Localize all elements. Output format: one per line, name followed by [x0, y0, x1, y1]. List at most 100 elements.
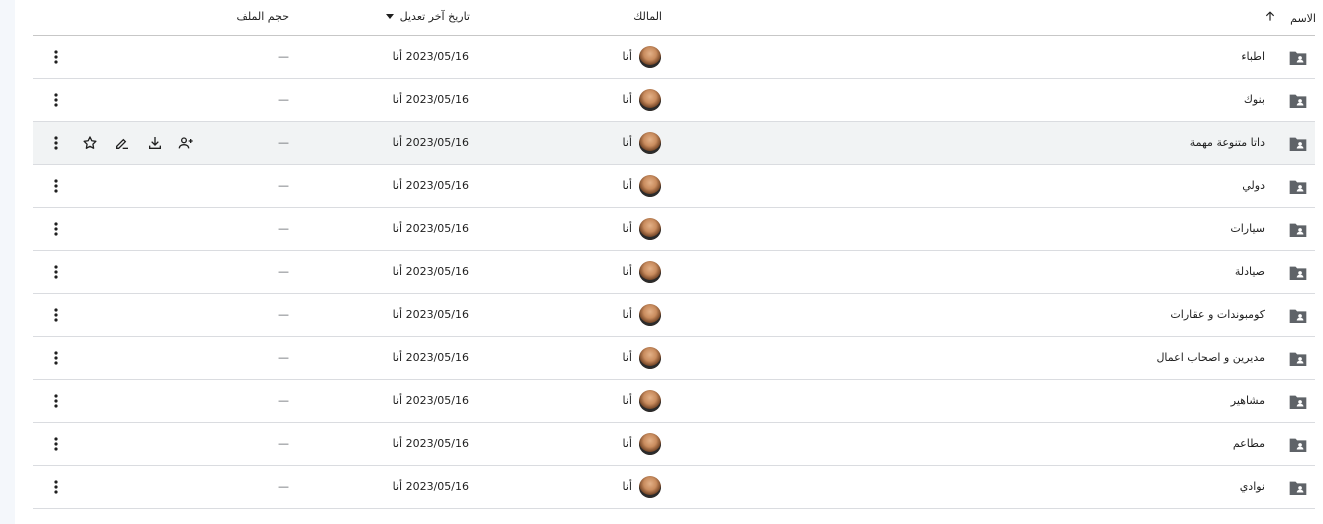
star-icon[interactable]	[81, 134, 99, 152]
table-row[interactable]: اطباء أنا 2023/05/16 أنا —	[33, 36, 1315, 79]
share-icon[interactable]	[177, 134, 195, 152]
modified-date: 2023/05/16 أنا	[392, 437, 469, 450]
owner-label: أنا	[622, 222, 632, 235]
shared-folder-icon	[1288, 394, 1308, 410]
file-size: —	[278, 308, 289, 321]
more-actions-icon[interactable]	[48, 435, 64, 453]
table-row[interactable]: دولي أنا 2023/05/16 أنا —	[33, 165, 1315, 208]
owner-label: أنا	[622, 136, 632, 149]
modified-date: 2023/05/16 أنا	[392, 265, 469, 278]
file-size: —	[278, 50, 289, 63]
shared-folder-icon	[1288, 179, 1308, 195]
owner-label: أنا	[622, 93, 632, 106]
file-name[interactable]: نوادي	[1240, 480, 1265, 493]
download-icon[interactable]	[146, 134, 164, 152]
owner-avatar	[639, 347, 661, 369]
shared-folder-icon	[1288, 93, 1308, 109]
table-row[interactable]: كومبوندات و عقارات أنا 2023/05/16 أنا —	[33, 294, 1315, 337]
table-row[interactable]: مطاعم أنا 2023/05/16 أنا —	[33, 423, 1315, 466]
file-name[interactable]: دولي	[1242, 179, 1265, 192]
more-actions-icon[interactable]	[48, 349, 64, 367]
left-panel-edge	[0, 0, 15, 524]
modified-date: 2023/05/16 أنا	[392, 222, 469, 235]
file-name[interactable]: بنوك	[1244, 93, 1265, 106]
file-size: —	[278, 480, 289, 493]
modified-date: 2023/05/16 أنا	[392, 50, 469, 63]
more-actions-icon[interactable]	[48, 134, 64, 152]
column-header-modified-label: تاريخ آخر تعديل	[399, 10, 470, 23]
shared-folder-icon	[1288, 437, 1308, 453]
shared-folder-icon	[1288, 50, 1308, 66]
table-row[interactable]: داتا متنوعة مهمة أنا 2023/05/16 أنا —	[33, 122, 1315, 165]
owner-avatar	[639, 261, 661, 283]
shared-folder-icon	[1288, 136, 1308, 152]
file-name[interactable]: مشاهير	[1231, 394, 1265, 407]
file-name[interactable]: مديرين و اصحاب اعمال	[1156, 351, 1265, 364]
file-size: —	[278, 265, 289, 278]
more-actions-icon[interactable]	[48, 478, 64, 496]
owner-label: أنا	[622, 480, 632, 493]
owner-label: أنا	[622, 308, 632, 321]
file-name[interactable]: سيارات	[1230, 222, 1265, 235]
more-actions-icon[interactable]	[48, 48, 64, 66]
owner-label: أنا	[622, 50, 632, 63]
table-row[interactable]: نوادي أنا 2023/05/16 أنا —	[33, 466, 1315, 509]
rename-icon[interactable]	[113, 134, 131, 152]
file-name[interactable]: صيادلة	[1235, 265, 1265, 278]
table-row[interactable]: مشاهير أنا 2023/05/16 أنا —	[33, 380, 1315, 423]
modified-date: 2023/05/16 أنا	[392, 93, 469, 106]
owner-label: أنا	[622, 265, 632, 278]
owner-label: أنا	[622, 351, 632, 364]
column-header-modified[interactable]: تاريخ آخر تعديل	[385, 10, 470, 23]
file-size: —	[278, 222, 289, 235]
shared-folder-icon	[1288, 351, 1308, 367]
modified-date: 2023/05/16 أنا	[392, 136, 469, 149]
file-size: —	[278, 93, 289, 106]
file-size: —	[278, 179, 289, 192]
table-row[interactable]: سيارات أنا 2023/05/16 أنا —	[33, 208, 1315, 251]
owner-avatar	[639, 175, 661, 197]
owner-avatar	[639, 476, 661, 498]
owner-avatar	[639, 46, 661, 68]
file-name[interactable]: اطباء	[1241, 50, 1265, 63]
owner-label: أنا	[622, 437, 632, 450]
file-size: —	[278, 394, 289, 407]
shared-folder-icon	[1288, 308, 1308, 324]
table-row[interactable]: بنوك أنا 2023/05/16 أنا —	[33, 79, 1315, 122]
table-row[interactable]: مديرين و اصحاب اعمال أنا 2023/05/16 أنا —	[33, 337, 1315, 380]
sort-arrow-up-icon[interactable]	[1263, 9, 1277, 23]
shared-folder-icon	[1288, 222, 1308, 238]
owner-avatar	[639, 433, 661, 455]
file-name[interactable]: مطاعم	[1233, 437, 1265, 450]
modified-date: 2023/05/16 أنا	[392, 351, 469, 364]
owner-avatar	[639, 89, 661, 111]
owner-avatar	[639, 218, 661, 240]
caret-down-icon[interactable]	[385, 14, 394, 19]
modified-date: 2023/05/16 أنا	[392, 480, 469, 493]
owner-label: أنا	[622, 179, 632, 192]
table-body: اطباء أنا 2023/05/16 أنا — بنوك أنا 2023/05/16…	[33, 36, 1315, 509]
file-name[interactable]: داتا متنوعة مهمة	[1190, 136, 1265, 149]
column-header-size[interactable]: حجم الملف	[236, 10, 289, 23]
file-list-table: الاسم المالك تاريخ آخر تعديل حجم الملف ا…	[33, 0, 1316, 509]
shared-folder-icon	[1288, 480, 1308, 496]
owner-avatar	[639, 132, 661, 154]
more-actions-icon[interactable]	[48, 91, 64, 109]
more-actions-icon[interactable]	[48, 392, 64, 410]
column-header-name[interactable]: الاسم	[1290, 12, 1316, 25]
modified-date: 2023/05/16 أنا	[392, 394, 469, 407]
column-header-owner[interactable]: المالك	[633, 10, 662, 23]
more-actions-icon[interactable]	[48, 177, 64, 195]
file-size: —	[278, 351, 289, 364]
modified-date: 2023/05/16 أنا	[392, 308, 469, 321]
file-name[interactable]: كومبوندات و عقارات	[1170, 308, 1265, 321]
owner-avatar	[639, 304, 661, 326]
modified-date: 2023/05/16 أنا	[392, 179, 469, 192]
table-row[interactable]: صيادلة أنا 2023/05/16 أنا —	[33, 251, 1315, 294]
more-actions-icon[interactable]	[48, 306, 64, 324]
more-actions-icon[interactable]	[48, 220, 64, 238]
file-size: —	[278, 136, 289, 149]
more-actions-icon[interactable]	[48, 263, 64, 281]
file-size: —	[278, 437, 289, 450]
owner-avatar	[639, 390, 661, 412]
